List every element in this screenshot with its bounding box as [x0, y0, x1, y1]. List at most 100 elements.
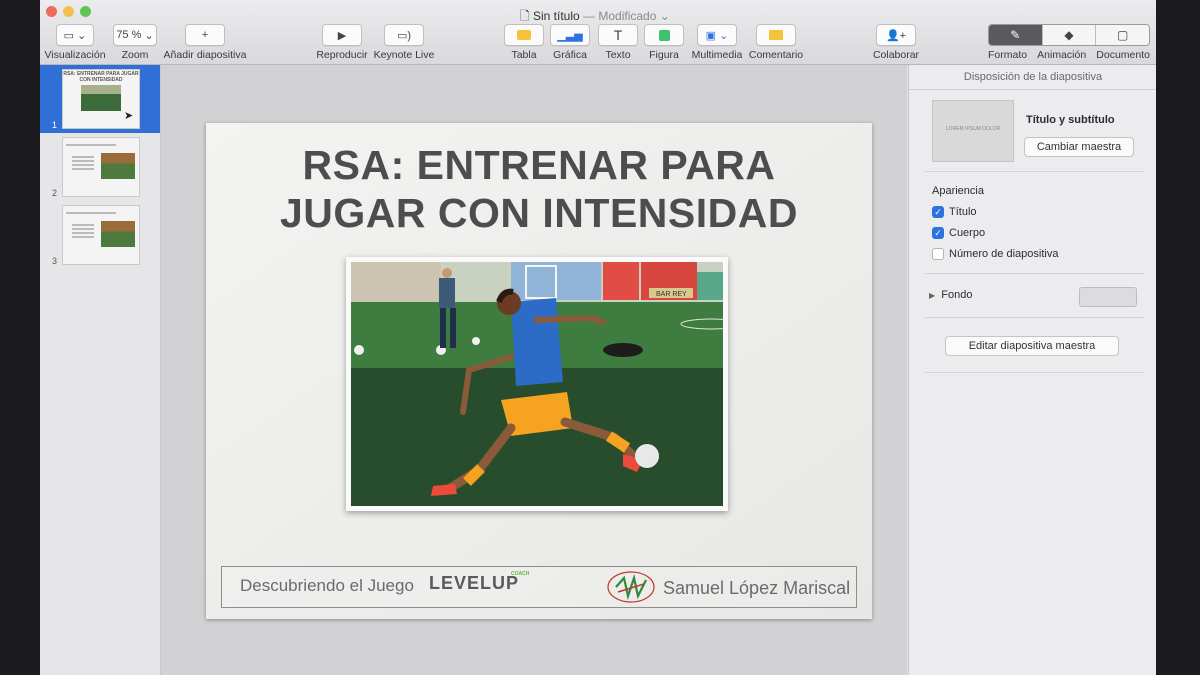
media-label: Multimedia	[691, 49, 743, 61]
inspector-segmented-control: ✎ ◆ ▢	[988, 24, 1150, 46]
format-inspector: Disposición de la diapositiva LOREM IPSU…	[908, 65, 1156, 675]
slide-thumbnail-image	[62, 205, 140, 265]
media-button[interactable]: ▣ ⌄ Multimedia	[688, 24, 746, 61]
thumbnail-photo	[81, 85, 121, 111]
thumbnail-text-block	[69, 222, 97, 252]
inspector-header: Disposición de la diapositiva	[909, 65, 1156, 90]
text-label: Texto	[605, 49, 631, 61]
slide-thumbnail-2[interactable]: 2	[40, 133, 160, 201]
sidebar-view-icon: ▭ ⌄	[56, 24, 94, 46]
appearance-label: Apariencia	[932, 185, 984, 197]
chevron-down-icon: ⌄	[659, 9, 670, 23]
minimize-window-button[interactable]	[63, 6, 74, 17]
view-label: Visualización	[44, 49, 106, 61]
divider	[925, 372, 1145, 373]
thumbnail-photo	[101, 153, 135, 179]
keynote-live-label: Keynote Live	[373, 49, 435, 61]
comment-icon	[756, 24, 796, 46]
title-checkbox-row[interactable]: ✓ Título	[932, 206, 977, 218]
play-button[interactable]: ▶ Reproducir	[312, 24, 372, 61]
thumbnail-text-line	[66, 144, 116, 146]
keynote-live-icon: ▭)	[384, 24, 424, 46]
background-label: Fondo	[941, 289, 973, 301]
title-checkbox-label: Título	[949, 206, 977, 218]
comment-button[interactable]: Comentario	[748, 24, 804, 61]
slide-thumbnail-image	[62, 137, 140, 197]
slide-number: 3	[52, 256, 58, 266]
image-icon: ▣ ⌄	[697, 24, 737, 46]
empty-checkbox[interactable]	[932, 248, 944, 260]
thumbnail-text-line	[66, 212, 116, 214]
zoom-select[interactable]: 75 % ⌄	[113, 24, 157, 46]
soccer-photo[interactable]: BAR REY	[346, 257, 728, 511]
association-seal-icon	[606, 570, 656, 609]
slide-thumbnail-1[interactable]: RSA: ENTRENAR PARA JUGAR CON INTENSIDAD …	[40, 65, 160, 133]
slide-number-checkbox-row[interactable]: Número de diapositiva	[932, 248, 1058, 260]
edit-master-button[interactable]: Editar diapositiva maestra	[945, 336, 1119, 356]
divider	[925, 317, 1145, 318]
view-button[interactable]: ▭ ⌄ Visualización	[42, 24, 108, 61]
thumbnail-title	[63, 138, 139, 142]
slide-canvas[interactable]: RSA: ENTRENAR PARA JUGAR CON INTENSIDAD …	[161, 65, 907, 675]
zoom-window-button[interactable]	[80, 6, 91, 17]
soccer-player-image: BAR REY	[351, 262, 723, 506]
text-icon: T	[598, 24, 638, 46]
table-label: Tabla	[511, 49, 537, 61]
master-thumb-text: LOREM IPSUM DOLOR	[945, 126, 1001, 132]
slide-thumbnail-3[interactable]: 3	[40, 201, 160, 269]
checkmark-icon[interactable]: ✓	[932, 206, 944, 218]
close-window-button[interactable]	[46, 6, 57, 17]
zoom-value: 75 %	[116, 29, 142, 41]
shape-button[interactable]: Figura	[642, 24, 686, 61]
collaborate-icon: 👤+	[876, 24, 916, 46]
zoom-label: Zoom	[121, 49, 149, 61]
levelup-tag: COACH	[511, 571, 530, 577]
table-button[interactable]: Tabla	[502, 24, 546, 61]
add-slide-button[interactable]: + Añadir diapositiva	[162, 24, 248, 61]
animate-label[interactable]: Animación	[1037, 49, 1086, 61]
document-label[interactable]: Documento	[1096, 49, 1150, 61]
document-square-icon[interactable]: ▢	[1096, 25, 1149, 45]
animate-diamond-icon[interactable]: ◆	[1042, 25, 1097, 45]
zoom-control[interactable]: 75 % ⌄ Zoom	[110, 24, 160, 61]
toolbar: 🗋 Sin título — Modificado ⌄ ▭ ⌄ Visualiz…	[40, 0, 1156, 65]
slide-footer[interactable]: Descubriendo el Juego LEVELUP COACH Samu…	[221, 566, 857, 608]
slide-number: 2	[52, 188, 58, 198]
table-icon	[504, 24, 544, 46]
document-title: Sin título	[532, 9, 580, 23]
background-disclosure[interactable]: ▶ Fondo	[929, 289, 972, 301]
add-slide-label: Añadir diapositiva	[163, 49, 247, 61]
plus-icon: +	[185, 24, 225, 46]
slide-title[interactable]: RSA: ENTRENAR PARA JUGAR CON INTENSIDAD	[226, 141, 852, 237]
chart-label: Gráfica	[553, 49, 587, 61]
play-label: Reproducir	[316, 49, 368, 61]
master-name: Título y subtítulo	[1026, 114, 1115, 126]
body-checkbox-row[interactable]: ✓ Cuerpo	[932, 227, 985, 239]
slide-number: 1	[52, 120, 58, 130]
body-checkbox-label: Cuerpo	[949, 227, 986, 239]
background-color-well[interactable]	[1079, 287, 1137, 307]
format-paintbrush-icon[interactable]: ✎	[989, 25, 1043, 45]
collaborate-label: Colaborar	[872, 49, 920, 61]
chart-button[interactable]: ▁▃▅ Gráfica	[548, 24, 592, 61]
footer-text-right: Samuel López Mariscal	[663, 578, 851, 598]
slide-1[interactable]: RSA: ENTRENAR PARA JUGAR CON INTENSIDAD …	[206, 123, 872, 619]
footer-text-left: Descubriendo el Juego	[240, 576, 414, 595]
thumbnail-title	[63, 206, 139, 210]
divider	[925, 273, 1145, 274]
keynote-live-button[interactable]: ▭) Keynote Live	[372, 24, 436, 61]
thumbnail-text-block	[69, 154, 97, 184]
play-icon: ▶	[322, 24, 362, 46]
checkmark-icon[interactable]: ✓	[932, 227, 944, 239]
format-label[interactable]: Formato	[988, 49, 1027, 61]
collaborate-button[interactable]: 👤+ Colaborar	[866, 24, 926, 61]
change-master-button[interactable]: Cambiar maestra	[1024, 137, 1134, 157]
disclosure-triangle-icon[interactable]: ▶	[929, 291, 935, 300]
keynote-window: 🗋 Sin título — Modificado ⌄ ▭ ⌄ Visualiz…	[40, 0, 1156, 675]
master-slide-thumbnail[interactable]: LOREM IPSUM DOLOR	[932, 100, 1014, 162]
text-button[interactable]: T Texto	[596, 24, 640, 61]
slide-navigator: RSA: ENTRENAR PARA JUGAR CON INTENSIDAD …	[40, 65, 161, 675]
advertising-banner: BAR REY	[656, 291, 687, 298]
slide-title-line-2: JUGAR CON INTENSIDAD	[280, 190, 798, 236]
slide-number-checkbox-label: Número de diapositiva	[949, 248, 1059, 260]
